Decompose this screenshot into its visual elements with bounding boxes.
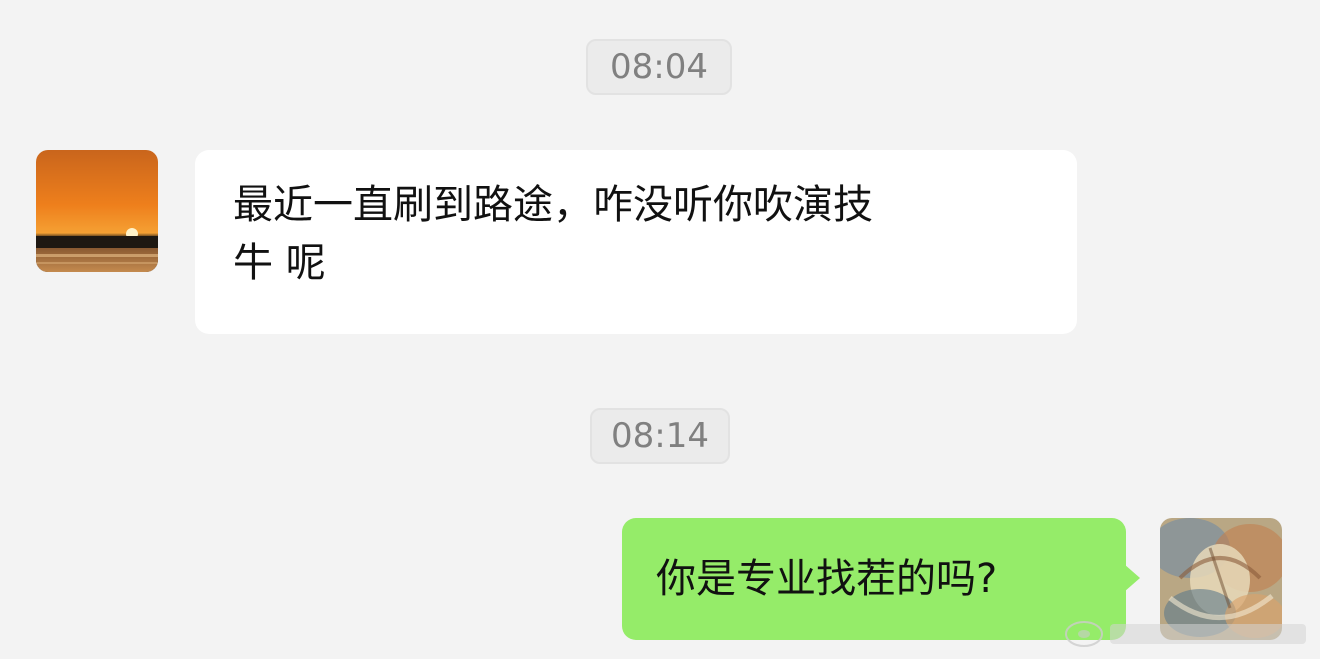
incoming-message-bubble[interactable]: 最近一直刷到路途，咋没听你吹演技 牛 呢 (195, 150, 1077, 334)
sunset-avatar[interactable] (36, 150, 158, 272)
timestamp: 08:14 (590, 408, 730, 464)
sunset-icon (36, 150, 158, 272)
outgoing-message-bubble[interactable]: 你是专业找茬的吗? (622, 518, 1126, 640)
message-text: 你是专业找茬的吗? (656, 556, 998, 602)
bubble-tail (1124, 564, 1140, 592)
message-line: 最近一直刷到路途，咋没听你吹演技 (233, 182, 873, 228)
message-line: 牛 呢 (233, 240, 326, 286)
timestamp: 08:04 (586, 39, 732, 95)
watermark (1062, 612, 1314, 652)
